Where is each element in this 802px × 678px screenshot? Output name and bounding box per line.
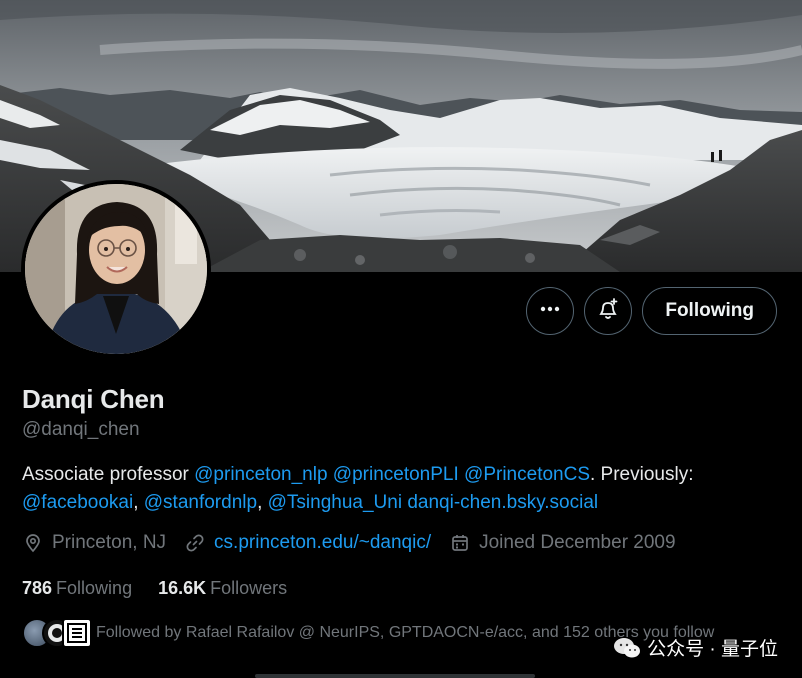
calendar-icon [449, 532, 471, 554]
following-count: 786 [22, 578, 53, 598]
website: cs.princeton.edu/~danqic/ [184, 532, 431, 554]
display-name: Danqi Chen [22, 384, 165, 414]
bio-text: , [133, 492, 144, 513]
mention-princetonpli[interactable]: @princetonPLI [333, 464, 459, 485]
location-pin-icon [22, 532, 44, 554]
notifications-button[interactable] [584, 287, 633, 335]
bio-text: Associate professor [22, 464, 195, 485]
more-button[interactable] [526, 287, 575, 335]
website-link[interactable]: cs.princeton.edu/~danqic/ [214, 532, 431, 554]
bsky-link[interactable]: danqi-chen.bsky.social [407, 492, 598, 513]
mention-princeton-nlp[interactable]: @princeton_nlp [194, 464, 327, 485]
join-date-text: Joined December 2009 [479, 532, 676, 553]
followers-count: 16.6K [158, 578, 207, 598]
bell-plus-icon [596, 297, 620, 326]
bio-text: , [257, 492, 268, 513]
following-label: Following [56, 578, 133, 598]
mention-princetoncs[interactable]: @PrincetonCS [464, 464, 590, 485]
mention-facebookai[interactable]: @facebookai [22, 492, 133, 513]
follower-avatars [22, 618, 92, 648]
follower-avatar [62, 618, 92, 648]
profile-avatar[interactable] [21, 180, 211, 358]
scroll-indicator[interactable] [255, 674, 535, 678]
location: Princeton, NJ [22, 532, 166, 554]
followers-label: Followers [210, 578, 288, 598]
wechat-icon [613, 637, 641, 659]
user-handle: @danqi_chen [22, 419, 140, 440]
join-date: Joined December 2009 [449, 532, 676, 554]
profile-actions: Following [526, 287, 777, 335]
mention-stanfordnlp[interactable]: @stanfordnlp [144, 492, 257, 513]
bio-text: . Previously: [590, 464, 694, 485]
mention-tsinghua-uni[interactable]: @Tsinghua_Uni [268, 492, 402, 513]
more-icon [539, 298, 561, 325]
follow-stats: 786 Following 16.6K Followers [22, 578, 313, 599]
following-button[interactable]: Following [642, 287, 777, 335]
location-text: Princeton, NJ [52, 532, 167, 553]
profile-bio: Associate professor @princeton_nlp @prin… [22, 461, 782, 517]
following-stat[interactable]: 786 Following [22, 578, 132, 599]
avatar-photo [25, 184, 207, 354]
watermark: 公众号 · 量子位 [613, 634, 778, 661]
profile-meta: Princeton, NJ cs.princeton.edu/~danqic/ … [22, 532, 694, 554]
watermark-text: 公众号 · 量子位 [647, 639, 778, 660]
followers-stat[interactable]: 16.6K Followers [158, 578, 287, 599]
followed-by[interactable]: Followed by Rafael Rafailov @ NeurIPS, G… [22, 618, 714, 648]
link-icon [184, 532, 206, 554]
